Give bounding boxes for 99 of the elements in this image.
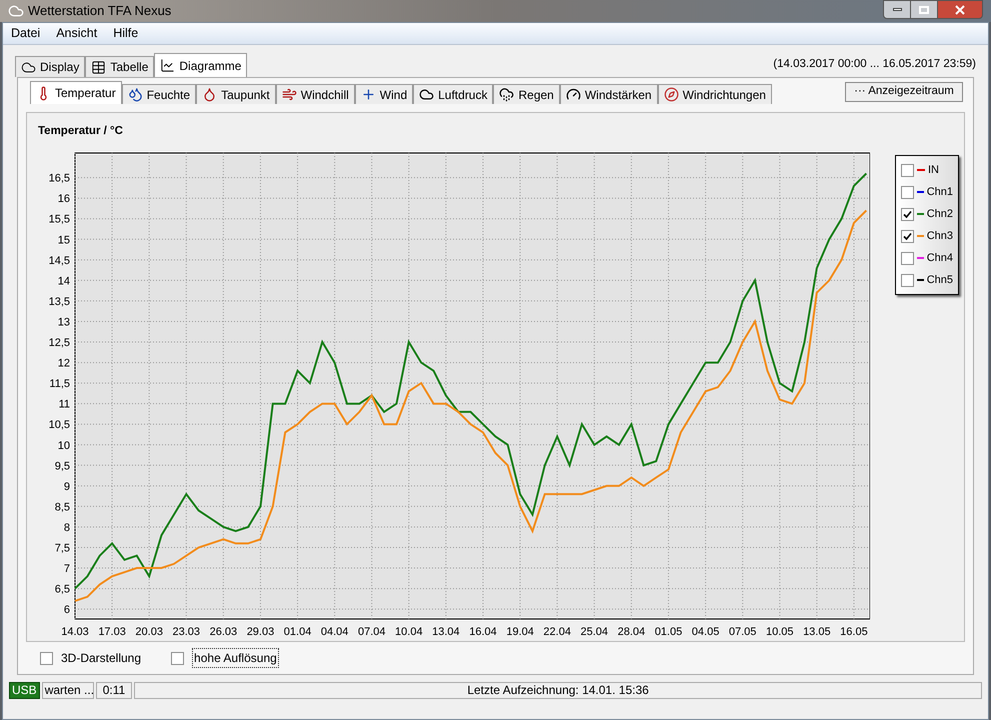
y-tick-label: 11	[58, 398, 70, 411]
x-tick-label: 13.04	[432, 626, 460, 638]
tab[interactable]: Windchill	[276, 84, 355, 104]
y-tick-label: 11,5	[49, 378, 70, 390]
y-tick-label: 15,5	[48, 214, 70, 226]
x-tick-label: 10.05	[766, 626, 794, 638]
gauge-icon	[566, 87, 581, 102]
menu-item[interactable]: Datei	[11, 24, 40, 43]
x-tick-label: 07.04	[358, 626, 386, 638]
x-tick-label: 13.05	[803, 626, 831, 638]
tab[interactable]: Luftdruck	[413, 84, 494, 104]
y-tick-label: 7	[64, 563, 70, 576]
checkbox[interactable]	[901, 230, 914, 242]
x-tick-label: 23.03	[172, 626, 200, 638]
legend-label: Chn5	[926, 272, 953, 288]
y-tick-label: 14,5	[48, 255, 70, 268]
y-tick-label: 13,5	[48, 296, 70, 308]
y-tick-label: 7,5	[54, 542, 70, 555]
x-tick-label: 04.04	[320, 626, 348, 638]
app-icon	[8, 3, 24, 19]
menu-item[interactable]: Hilfe	[113, 24, 138, 43]
legend-label: IN	[928, 162, 939, 178]
cross-icon	[360, 87, 376, 102]
tab[interactable]: Display	[15, 56, 86, 77]
table-icon	[91, 60, 106, 74]
y-tick-label: 9	[64, 481, 70, 494]
tab[interactable]: Regen	[493, 84, 560, 104]
tab[interactable]: Windrichtungen	[658, 84, 772, 104]
y-tick-label: 10,5	[48, 419, 70, 432]
y-tick-label: 8,5	[54, 502, 70, 514]
checkbox[interactable]	[901, 252, 914, 264]
checkbox[interactable]	[171, 652, 184, 664]
x-tick-label: 25.04	[580, 626, 608, 638]
x-tick-label: 01.04	[284, 626, 312, 638]
status-text: warten ...	[42, 682, 94, 698]
checkbox[interactable]	[901, 274, 914, 286]
y-tick-label: 8	[64, 522, 70, 534]
y-tick-label: 12,5	[48, 337, 70, 350]
x-tick-label: 26.03	[210, 626, 238, 638]
y-tick-label: 16,5	[48, 172, 70, 185]
minimize-button[interactable]	[883, 0, 911, 19]
cloud-icon	[21, 60, 36, 74]
checkbox[interactable]	[901, 186, 914, 198]
status-time: 0:11	[96, 682, 132, 698]
tab[interactable]: Temperatur	[30, 81, 122, 104]
x-tick-label: 19.04	[506, 626, 534, 638]
y-tick-label: 13	[58, 316, 70, 329]
x-tick-label: 16.04	[469, 626, 497, 638]
y-tick-label: 6	[64, 604, 70, 616]
x-tick-label: 28.04	[618, 626, 646, 638]
close-button[interactable]	[937, 0, 983, 19]
tab[interactable]: Feuchte	[122, 84, 196, 104]
tab[interactable]: Wind	[354, 84, 414, 104]
y-tick-label: 14	[58, 276, 70, 288]
droplet-icon	[202, 87, 218, 102]
connection-badge: USB	[9, 682, 40, 698]
x-tick-label: 17.03	[98, 626, 126, 638]
menu-item[interactable]: Ansicht	[56, 24, 98, 43]
y-tick-label: 12	[58, 358, 70, 370]
wind-icon	[282, 87, 297, 102]
y-tick-label: 10	[58, 440, 70, 452]
y-tick-label: 9,5	[54, 460, 70, 473]
legend-label: Chn1	[926, 184, 953, 200]
y-tick-label: 15	[58, 234, 70, 247]
rain-icon	[499, 87, 514, 102]
tab[interactable]: Windstärken	[560, 84, 658, 104]
checkbox[interactable]	[40, 652, 53, 664]
x-tick-label: 10.04	[395, 626, 423, 638]
x-tick-label: 14.03	[61, 626, 89, 638]
legend-label: Chn4	[926, 250, 953, 266]
x-tick-label: 22.04	[543, 626, 571, 638]
option-label: hohe Auflösung	[192, 648, 279, 668]
checkbox[interactable]	[901, 164, 914, 176]
x-tick-label: 16.05	[840, 626, 868, 638]
legend-label: Chn3	[926, 228, 953, 244]
x-tick-label: 07.05	[728, 626, 756, 638]
tab[interactable]: Tabelle	[85, 56, 154, 77]
chart-title: Temperatur / °C	[38, 124, 124, 139]
y-tick-label: 16	[58, 193, 70, 206]
y-tick-label: 6,5	[54, 584, 70, 596]
x-tick-label: 20.03	[135, 626, 163, 638]
legend-label: Chn2	[926, 206, 953, 222]
date-range: (14.03.2017 00:00 ... 16.05.2017 23:59)	[773, 56, 976, 72]
maximize-button[interactable]	[911, 0, 937, 19]
x-tick-label: 29.03	[246, 626, 274, 638]
close-icon	[955, 4, 965, 14]
x-tick-label: 04.05	[692, 626, 720, 638]
checkbox[interactable]	[901, 208, 914, 220]
cloud-icon	[419, 87, 434, 102]
last-record: Letzte Aufzeichnung: 14.01. 15:36	[134, 682, 982, 698]
line-chart-icon	[160, 58, 176, 73]
droplets-icon	[128, 87, 143, 102]
period-button[interactable]: ··· Anzeigezeitraum	[845, 82, 963, 102]
x-tick-label: 01.05	[654, 626, 682, 638]
tab[interactable]: Taupunkt	[196, 84, 276, 104]
option-label: 3D-Darstellung	[61, 650, 142, 667]
tab[interactable]: Diagramme	[154, 53, 248, 77]
compass-icon	[664, 87, 679, 102]
window-title: Wetterstation TFA Nexus	[28, 2, 172, 20]
